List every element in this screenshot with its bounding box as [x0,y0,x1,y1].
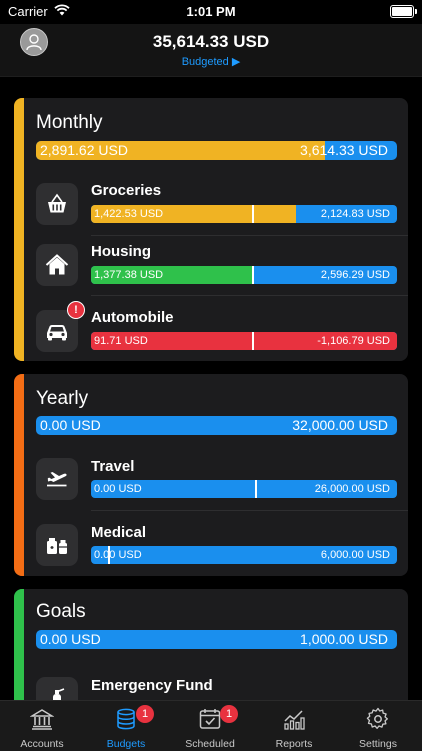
travel-spent: 0.00 USD [94,483,142,495]
clock: 1:01 PM [186,4,236,19]
category-name-automobile[interactable]: Automobile [91,309,174,326]
automobile-progress-bar: 91.71 USD -1,106.79 USD [91,332,397,350]
automobile-alert-badge: ! [67,301,85,319]
tab-label: Reports [275,738,313,750]
chart-icon [284,710,305,730]
airplane-icon [47,472,67,487]
category-icon-groceries[interactable] [36,183,78,225]
budgets-badge: 1 [136,705,154,723]
budgeted-toggle[interactable]: Budgeted ▶ [0,55,422,68]
medical-progress-bar: 0.00 USD 6,000.00 USD [91,546,397,564]
goals-title[interactable]: Goals [36,601,86,623]
housing-period-marker [252,266,255,284]
yearly-title[interactable]: Yearly [36,388,88,410]
travel-period-marker [255,480,258,498]
housing-progress-bar: 1,377.38 USD 2,596.29 USD [91,266,397,284]
status-bar: Carrier 1:01 PM [0,0,422,24]
tab-accounts[interactable]: Accounts [0,701,84,751]
automobile-remaining: -1,106.79 USD [317,335,390,347]
yearly-spent: 0.00 USD [40,417,101,433]
category-name-emergency-fund[interactable]: Emergency Fund [91,677,213,694]
automobile-period-marker [252,332,255,350]
coins-icon [117,708,135,730]
category-name-housing[interactable]: Housing [91,243,151,260]
header: 35,614.33 USD Budgeted ▶ [0,24,422,77]
travel-remaining: 26,000.00 USD [314,483,390,495]
yearly-budget: 32,000.00 USD [292,417,388,433]
gear-icon [366,707,388,729]
bank-icon [30,709,54,730]
category-name-medical[interactable]: Medical [91,524,146,541]
medicine-icon [47,538,67,554]
tab-budgets[interactable]: 1 Budgets [84,701,168,751]
category-icon-housing[interactable] [36,244,78,286]
tab-label: Accounts [20,738,64,750]
groceries-period-marker [252,205,255,223]
monthly-spent: 2,891.62 USD [40,142,128,158]
automobile-spent: 91.71 USD [94,335,148,347]
groceries-progress-bar: 1,422.53 USD 2,124.83 USD [91,205,397,223]
total-budget: 35,614.33 USD [152,32,270,51]
category-name-travel[interactable]: Travel [91,458,134,475]
tab-bar: Accounts 1 Budgets 1 Scheduled Reports S… [0,700,422,751]
yearly-accent [14,374,24,576]
medical-remaining: 6,000.00 USD [320,549,390,561]
goals-progress-bar: 0.00 USD 1,000.00 USD [36,630,397,649]
groceries-remaining: 2,124.83 USD [320,208,390,220]
tab-label: Scheduled [185,738,235,750]
housing-spent: 1,377.38 USD [94,269,164,281]
monthly-budget: 3,614.33 USD [300,142,388,158]
car-icon [47,325,67,341]
tab-scheduled[interactable]: 1 Scheduled [168,701,252,751]
housing-remaining: 2,596.29 USD [320,269,390,281]
tab-label: Settings [359,738,397,750]
goals-budget: 1,000.00 USD [300,631,388,647]
yearly-progress-bar: 0.00 USD 32,000.00 USD [36,416,397,435]
tab-settings[interactable]: Settings [336,701,420,751]
travel-progress-bar: 0.00 USD 26,000.00 USD [91,480,397,498]
category-name-groceries[interactable]: Groceries [91,182,161,199]
monthly-title[interactable]: Monthly [36,112,103,134]
tab-label: Budgets [106,738,146,750]
row-divider [91,295,408,296]
calendar-icon [199,709,221,729]
category-icon-travel[interactable] [36,458,78,500]
monthly-progress-bar: 2,891.62 USD 3,614.33 USD [36,141,397,160]
house-icon [45,254,69,275]
groceries-spent: 1,422.53 USD [94,208,164,220]
scheduled-badge: 1 [220,705,238,723]
yearly-card: Yearly 0.00 USD 32,000.00 USD Travel 0.0… [14,374,408,576]
battery-icon [390,5,417,18]
row-divider [91,510,408,511]
monthly-card: Monthly 2,891.62 USD 3,614.33 USD Grocer… [14,98,408,361]
basket-icon [48,193,66,213]
row-divider [91,235,408,236]
category-icon-medical[interactable] [36,524,78,566]
medical-spent: 0.00 USD [94,549,142,561]
tab-reports[interactable]: Reports [252,701,336,751]
goals-spent: 0.00 USD [40,631,101,647]
monthly-accent [14,98,24,361]
